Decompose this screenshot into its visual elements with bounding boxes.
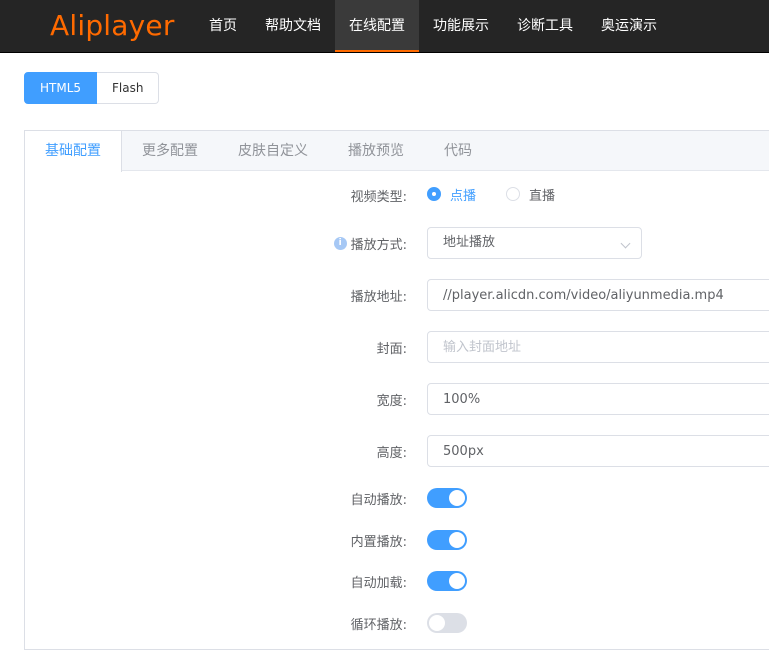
radio-vod-label: 点播: [450, 188, 477, 204]
aliplayer-logo[interactable]: Aliplayer: [50, 8, 175, 44]
autoload-switch[interactable]: [427, 571, 467, 591]
top-navigation-bar: Aliplayer 首页 帮助文档 在线配置 功能展示 诊断工具 奥运演示: [0, 0, 769, 53]
tab-play-preview[interactable]: 播放预览: [328, 131, 424, 171]
html5-mode-button[interactable]: HTML5: [24, 72, 98, 104]
autoload-label: 自动加载:: [350, 575, 407, 591]
inline-play-label: 内置播放:: [350, 534, 407, 550]
loop-switch[interactable]: [427, 613, 467, 633]
nav-item-olympic-demo[interactable]: 奥运演示: [587, 0, 671, 53]
height-label: 高度:: [376, 445, 407, 461]
nav-item-diagnostic-tools[interactable]: 诊断工具: [503, 0, 587, 53]
cover-input[interactable]: [427, 331, 769, 363]
play-method-label: 播放方式:: [350, 237, 407, 253]
tab-code[interactable]: 代码: [424, 131, 492, 171]
play-method-value: 地址播放: [443, 235, 496, 250]
info-icon[interactable]: i: [333, 236, 347, 250]
nav-item-features[interactable]: 功能展示: [419, 0, 503, 53]
inline-play-switch[interactable]: [427, 530, 467, 550]
cover-label: 封面:: [376, 341, 407, 357]
radio-live[interactable]: 直播: [506, 185, 555, 204]
cover-label-wrap: 封面:: [0, 338, 407, 357]
tab-skin-customize[interactable]: 皮肤自定义: [218, 131, 328, 171]
config-tabs: 基础配置 更多配置 皮肤自定义 播放预览 代码: [25, 131, 769, 172]
loop-label: 循环播放:: [350, 617, 407, 633]
main-nav: 首页 帮助文档 在线配置 功能展示 诊断工具 奥运演示: [195, 0, 671, 53]
autoload-label-wrap: 自动加载:: [0, 572, 407, 591]
play-method-label-wrap: i 播放方式:: [0, 234, 407, 253]
nav-item-home[interactable]: 首页: [195, 0, 251, 53]
video-type-label-wrap: 视频类型:: [0, 186, 407, 205]
play-url-input[interactable]: [427, 279, 769, 311]
chevron-down-icon: [620, 238, 631, 249]
width-label-wrap: 宽度:: [0, 390, 407, 409]
autoplay-switch[interactable]: [427, 488, 467, 508]
height-input[interactable]: [427, 435, 769, 467]
width-input[interactable]: [427, 383, 769, 415]
radio-live-label: 直播: [529, 188, 556, 204]
play-url-label-wrap: 播放地址:: [0, 286, 407, 305]
play-url-label: 播放地址:: [350, 289, 407, 305]
tab-more-config[interactable]: 更多配置: [122, 131, 218, 171]
radio-vod[interactable]: 点播: [427, 185, 476, 204]
nav-item-docs[interactable]: 帮助文档: [251, 0, 335, 53]
nav-item-online-config[interactable]: 在线配置: [335, 0, 419, 53]
video-type-radio-group: 点播 直播: [427, 185, 585, 204]
radio-live-dot: [506, 187, 521, 201]
height-label-wrap: 高度:: [0, 442, 407, 461]
tab-basic-config[interactable]: 基础配置: [25, 131, 122, 172]
width-label: 宽度:: [376, 393, 407, 409]
loop-label-wrap: 循环播放:: [0, 614, 407, 633]
autoplay-label-wrap: 自动播放:: [0, 489, 407, 508]
play-method-select[interactable]: 地址播放: [427, 227, 642, 259]
radio-vod-dot: [427, 187, 441, 201]
inline-play-label-wrap: 内置播放:: [0, 531, 407, 550]
player-mode-switch: HTML5 Flash: [24, 72, 160, 104]
flash-mode-button[interactable]: Flash: [97, 72, 160, 104]
autoplay-label: 自动播放:: [350, 492, 407, 508]
video-type-label: 视频类型:: [350, 189, 407, 205]
